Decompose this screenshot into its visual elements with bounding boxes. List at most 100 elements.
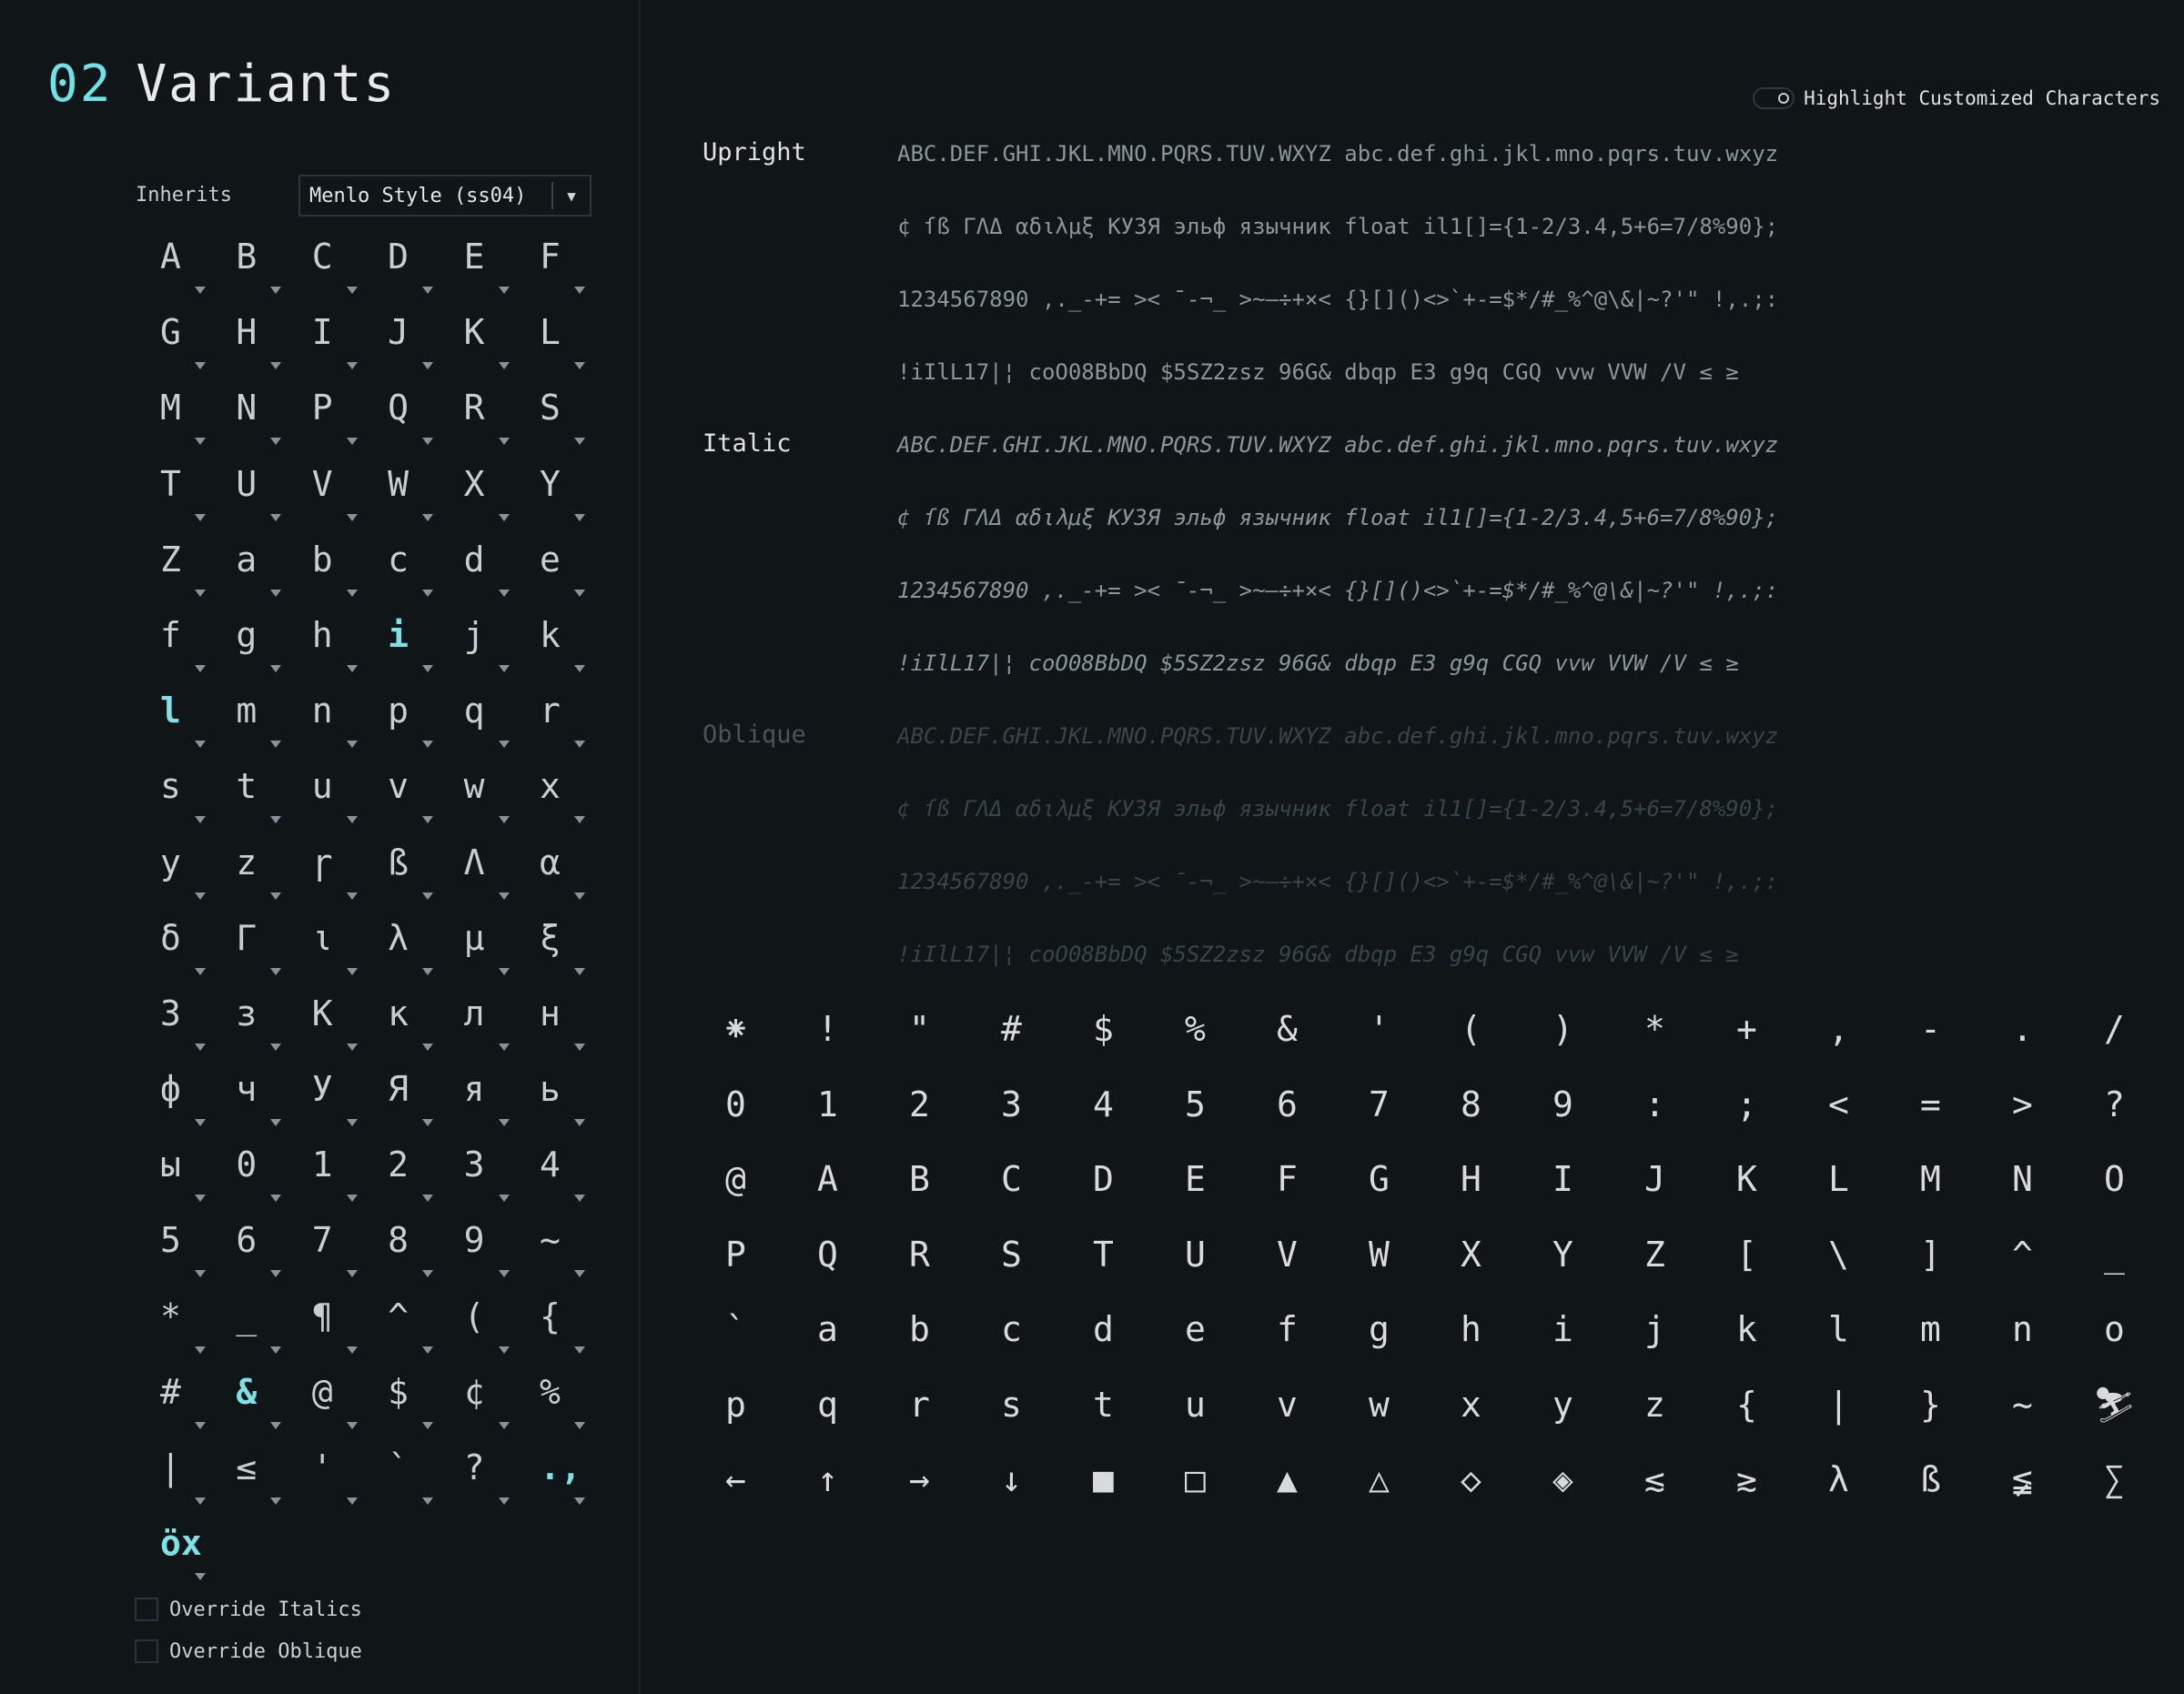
dropdown-caret-icon[interactable] [573,1346,585,1354]
charmap-glyph[interactable]: > [1977,1067,2068,1143]
dropdown-caret-icon[interactable] [422,967,434,975]
charmap-glyph[interactable]: C [966,1142,1057,1217]
charmap-glyph[interactable]: } [1885,1367,1977,1443]
charmap-glyph[interactable]: a [782,1292,874,1367]
variant-cell[interactable]: ¢ [442,1367,518,1443]
dropdown-caret-icon[interactable] [422,589,434,597]
charmap-glyph[interactable]: ■ [1057,1442,1149,1518]
charmap-glyph[interactable]: * [1609,992,1701,1067]
charmap-glyph[interactable]: x [1425,1367,1517,1443]
charmap-glyph[interactable]: % [1149,992,1241,1067]
dropdown-caret-icon[interactable] [270,1346,282,1354]
charmap-glyph[interactable]: 4 [1057,1067,1149,1143]
variant-cell[interactable]: Z [138,535,214,610]
variant-cell[interactable]: Q [366,383,441,459]
variant-cell[interactable]: 0 [214,1140,289,1215]
charmap-glyph[interactable]: ] [1885,1217,1977,1293]
dropdown-caret-icon[interactable] [422,1270,434,1278]
variant-cell[interactable]: M [138,383,214,459]
variant-cell[interactable]: J [366,308,441,383]
dropdown-caret-icon[interactable] [346,362,358,370]
dropdown-caret-icon[interactable] [422,1043,434,1051]
variant-cell[interactable]: ξ [518,913,593,989]
dropdown-caret-icon[interactable] [346,513,358,521]
dropdown-caret-icon[interactable] [498,1346,510,1354]
charmap-glyph[interactable]: z [1609,1367,1701,1443]
charmap-glyph[interactable]: Z [1609,1217,1701,1293]
variant-cell[interactable]: $ [366,1367,441,1443]
charmap-glyph[interactable]: 8 [1425,1067,1517,1143]
charmap-glyph[interactable]: V [1241,1217,1333,1293]
dropdown-caret-icon[interactable] [270,513,282,521]
charmap-glyph[interactable]: w [1333,1367,1425,1443]
charmap-glyph[interactable]: # [966,992,1057,1067]
dropdown-caret-icon[interactable] [422,362,434,370]
dropdown-caret-icon[interactable] [573,513,585,521]
variant-cell[interactable]: P [290,383,366,459]
variant-cell[interactable]: ы [138,1140,214,1215]
dropdown-caret-icon[interactable] [422,1421,434,1429]
charmap-glyph[interactable]: s [966,1367,1057,1443]
variant-cell[interactable]: 5 [138,1215,214,1291]
dropdown-caret-icon[interactable] [270,1270,282,1278]
charmap-glyph[interactable]: U [1149,1217,1241,1293]
dropdown-caret-icon[interactable] [270,892,282,900]
charmap-glyph[interactable]: ◇ [1425,1442,1517,1518]
charmap-glyph[interactable]: { [1701,1367,1793,1443]
charmap-glyph[interactable]: 2 [874,1067,966,1143]
variant-cell[interactable]: C [290,232,366,308]
override-italics-checkbox[interactable]: Override Italics [135,1598,362,1621]
variant-cell[interactable]: я [442,1064,518,1140]
dropdown-caret-icon[interactable] [498,664,510,672]
variant-cell[interactable]: ., [518,1443,593,1518]
variant-cell[interactable]: x [518,761,593,837]
charmap-glyph[interactable]: ` [690,1292,782,1367]
charmap-glyph[interactable]: b [874,1292,966,1367]
charmap-glyph[interactable]: - [1885,992,1977,1067]
variant-cell[interactable]: v [366,761,441,837]
dropdown-caret-icon[interactable] [573,1119,585,1127]
dropdown-caret-icon[interactable] [573,664,585,672]
dropdown-caret-icon[interactable] [346,1119,358,1127]
variant-cell[interactable]: ~ [518,1215,593,1291]
charmap-glyph[interactable]: k [1701,1292,1793,1367]
variant-cell[interactable]: ф [138,1064,214,1140]
variant-cell[interactable]: К [290,989,366,1064]
charmap-glyph[interactable]: H [1425,1142,1517,1217]
charmap-glyph[interactable]: ' [1333,992,1425,1067]
dropdown-caret-icon[interactable] [195,362,206,370]
variant-cell[interactable]: i [366,610,441,686]
dropdown-caret-icon[interactable] [422,892,434,900]
dropdown-caret-icon[interactable] [195,513,206,521]
charmap-glyph[interactable]: K [1701,1142,1793,1217]
charmap-glyph[interactable]: D [1057,1142,1149,1217]
variant-cell[interactable]: ≤ [214,1443,289,1518]
variant-cell[interactable]: K [442,308,518,383]
dropdown-caret-icon[interactable] [270,1497,282,1505]
charmap-glyph[interactable]: ~ [1977,1367,2068,1443]
dropdown-caret-icon[interactable] [195,892,206,900]
charmap-glyph[interactable]: v [1241,1367,1333,1443]
charmap-glyph[interactable]: j [1609,1292,1701,1367]
dropdown-caret-icon[interactable] [422,1119,434,1127]
variant-cell[interactable]: e [518,535,593,610]
charmap-glyph[interactable]: t [1057,1367,1149,1443]
variant-cell[interactable]: z [214,838,289,913]
charmap-glyph[interactable]: 0 [690,1067,782,1143]
variant-cell[interactable]: @ [290,1367,366,1443]
dropdown-caret-icon[interactable] [195,1043,206,1051]
dropdown-caret-icon[interactable] [270,362,282,370]
charmap-glyph[interactable]: u [1149,1367,1241,1443]
dropdown-caret-icon[interactable] [573,287,585,294]
charmap-glyph[interactable]: ( [1425,992,1517,1067]
variant-cell[interactable]: ь [518,1064,593,1140]
dropdown-caret-icon[interactable] [195,741,206,749]
dropdown-caret-icon[interactable] [573,1195,585,1203]
variant-cell[interactable]: 8 [366,1215,441,1291]
dropdown-caret-icon[interactable] [270,741,282,749]
dropdown-caret-icon[interactable] [498,513,510,521]
dropdown-caret-icon[interactable] [498,438,510,446]
dropdown-caret-icon[interactable] [498,741,510,749]
variant-cell[interactable]: З [138,989,214,1064]
charmap-glyph[interactable]: f [1241,1292,1333,1367]
